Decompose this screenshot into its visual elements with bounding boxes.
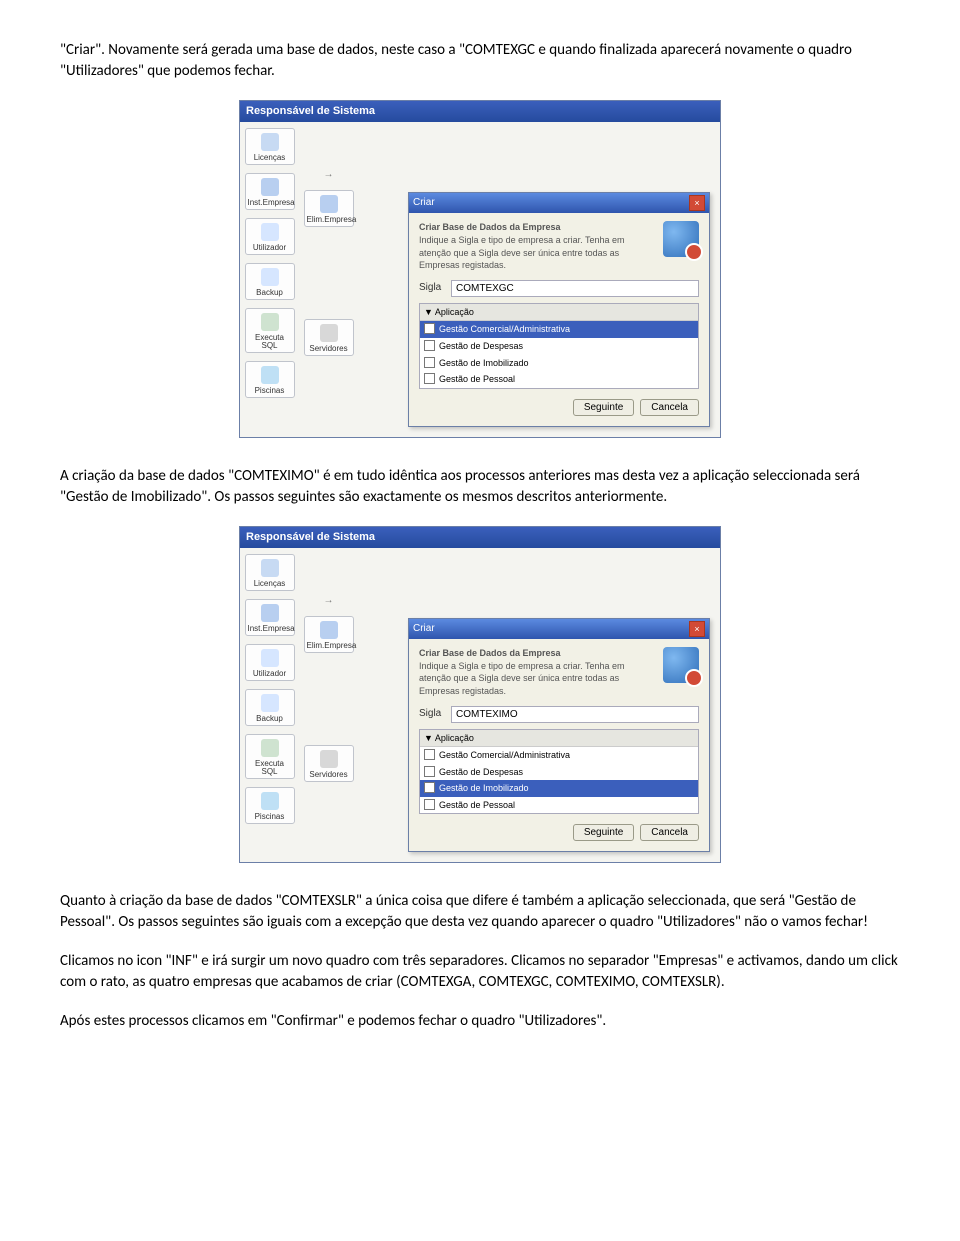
sidebar-item-executa-sql[interactable]: Executa SQL <box>245 734 295 779</box>
sidebar-col-1: Licenças Inst.Empresa Utilizador Backup … <box>240 122 299 436</box>
close-icon[interactable]: × <box>689 621 705 637</box>
sigla-input[interactable] <box>451 706 699 723</box>
sigla-input[interactable] <box>451 280 699 297</box>
dialog-heading: Criar Base de Dados da Empresa <box>419 648 561 658</box>
list-item-label: Gestão de Pessoal <box>439 799 515 812</box>
list-item[interactable]: Gestão de Pessoal <box>420 797 698 814</box>
sidebar-label: Servidores <box>309 344 347 353</box>
sidebar-item-licencas[interactable]: Licenças <box>245 554 295 591</box>
sidebar-item-executa-sql[interactable]: Executa SQL <box>245 308 295 353</box>
sidebar-label: Backup <box>256 288 283 297</box>
app-list[interactable]: ▼ Aplicação Gestão Comercial/Administrat… <box>419 729 699 815</box>
sidebar-item-utilizador[interactable]: Utilizador <box>245 218 295 255</box>
window-titlebar: Responsável de Sistema <box>240 101 720 122</box>
sigla-label: Sigla <box>419 707 445 721</box>
sigla-label: Sigla <box>419 281 445 295</box>
list-item-label: Gestão Comercial/Administrativa <box>439 749 570 762</box>
sidebar-item-licencas[interactable]: Licenças <box>245 128 295 165</box>
paragraph-3: Quanto à criação da base de dados "COMTE… <box>60 891 900 933</box>
sidebar-label: Piscinas <box>255 812 285 821</box>
list-item[interactable]: Gestão Comercial/Administrativa <box>420 747 698 764</box>
dialog-heading: Criar Base de Dados da Empresa <box>419 222 561 232</box>
sidebar-item-elim-empresa[interactable]: Elim.Empresa <box>304 190 354 227</box>
sidebar-label: Inst.Empresa <box>248 198 295 207</box>
database-icon <box>663 647 699 683</box>
paragraph-1: "Criar". Novamente será gerada uma base … <box>60 40 900 82</box>
list-item[interactable]: Gestão de Pessoal <box>420 371 698 388</box>
sidebar-label: Piscinas <box>255 386 285 395</box>
list-item-label: Gestão de Despesas <box>439 766 523 779</box>
screenshot-1: Responsável de Sistema Licenças Inst.Emp… <box>60 100 900 438</box>
sidebar-label: Executa SQL <box>255 333 284 350</box>
sidebar-label: Utilizador <box>253 243 286 252</box>
sidebar-item-backup[interactable]: Backup <box>245 263 295 300</box>
list-item[interactable]: Gestão Comercial/Administrativa <box>420 321 698 338</box>
app-list[interactable]: ▼ Aplicação Gestão Comercial/Administrat… <box>419 303 699 389</box>
create-dialog: Criar × Criar Base de Dados da Empresa I… <box>408 192 710 426</box>
arrow-icon: → <box>310 594 348 608</box>
sidebar-label: Licenças <box>254 579 286 588</box>
sidebar-item-backup[interactable]: Backup <box>245 689 295 726</box>
list-item[interactable]: Gestão de Despesas <box>420 764 698 781</box>
sidebar-label: Elim.Empresa <box>307 641 357 650</box>
app-window: Responsável de Sistema Licenças Inst.Emp… <box>239 526 721 864</box>
screenshot-2: Responsável de Sistema Licenças Inst.Emp… <box>60 526 900 864</box>
cancel-button[interactable]: Cancela <box>640 399 699 416</box>
sidebar-col-1: Licenças Inst.Empresa Utilizador Backup … <box>240 548 299 862</box>
sidebar-col-2: → Elim.Empresa Servidores <box>299 122 358 436</box>
list-header: ▼ Aplicação <box>420 730 698 748</box>
sidebar-label: Elim.Empresa <box>307 215 357 224</box>
sidebar-col-2: → Elim.Empresa Servidores <box>299 548 358 862</box>
app-window: Responsável de Sistema Licenças Inst.Emp… <box>239 100 721 438</box>
list-item[interactable]: Gestão de Imobilizado <box>420 355 698 372</box>
paragraph-4: Clicamos no icon "INF" e irá surgir um n… <box>60 951 900 993</box>
sidebar-item-utilizador[interactable]: Utilizador <box>245 644 295 681</box>
sidebar-item-piscinas[interactable]: Piscinas <box>245 361 295 398</box>
sidebar-label: Utilizador <box>253 669 286 678</box>
sidebar-label: Backup <box>256 714 283 723</box>
next-button[interactable]: Seguinte <box>573 824 634 841</box>
sidebar-label: Servidores <box>309 770 347 779</box>
sidebar-label: Licenças <box>254 153 286 162</box>
arrow-icon: → <box>310 168 348 182</box>
sidebar-item-inst-empresa[interactable]: Inst.Empresa <box>245 173 295 210</box>
cancel-button[interactable]: Cancela <box>640 824 699 841</box>
create-dialog: Criar × Criar Base de Dados da Empresa I… <box>408 618 710 852</box>
list-item[interactable]: Gestão de Imobilizado <box>420 780 698 797</box>
sidebar-label: Inst.Empresa <box>248 624 295 633</box>
list-header: ▼ Aplicação <box>420 304 698 322</box>
sidebar-item-piscinas[interactable]: Piscinas <box>245 787 295 824</box>
list-item-label: Gestão de Imobilizado <box>439 357 529 370</box>
sidebar-label: Executa SQL <box>255 759 284 776</box>
list-item-label: Gestão de Pessoal <box>439 373 515 386</box>
list-item[interactable]: Gestão de Despesas <box>420 338 698 355</box>
paragraph-2: A criação da base de dados "COMTEXIMO" é… <box>60 466 900 508</box>
dialog-title: Criar <box>413 196 435 210</box>
sidebar-item-inst-empresa[interactable]: Inst.Empresa <box>245 599 295 636</box>
list-item-label: Gestão de Imobilizado <box>439 782 529 795</box>
database-icon <box>663 221 699 257</box>
sidebar-item-servidores[interactable]: Servidores <box>304 319 354 356</box>
next-button[interactable]: Seguinte <box>573 399 634 416</box>
dialog-title: Criar <box>413 622 435 636</box>
paragraph-5: Após estes processos clicamos em "Confir… <box>60 1011 900 1032</box>
close-icon[interactable]: × <box>689 195 705 211</box>
sidebar-item-elim-empresa[interactable]: Elim.Empresa <box>304 616 354 653</box>
dialog-description: Indique a Sigla e tipo de empresa a cria… <box>419 235 624 270</box>
list-item-label: Gestão Comercial/Administrativa <box>439 323 570 336</box>
list-item-label: Gestão de Despesas <box>439 340 523 353</box>
sidebar-item-servidores[interactable]: Servidores <box>304 745 354 782</box>
dialog-description: Indique a Sigla e tipo de empresa a cria… <box>419 661 624 696</box>
window-titlebar: Responsável de Sistema <box>240 527 720 548</box>
